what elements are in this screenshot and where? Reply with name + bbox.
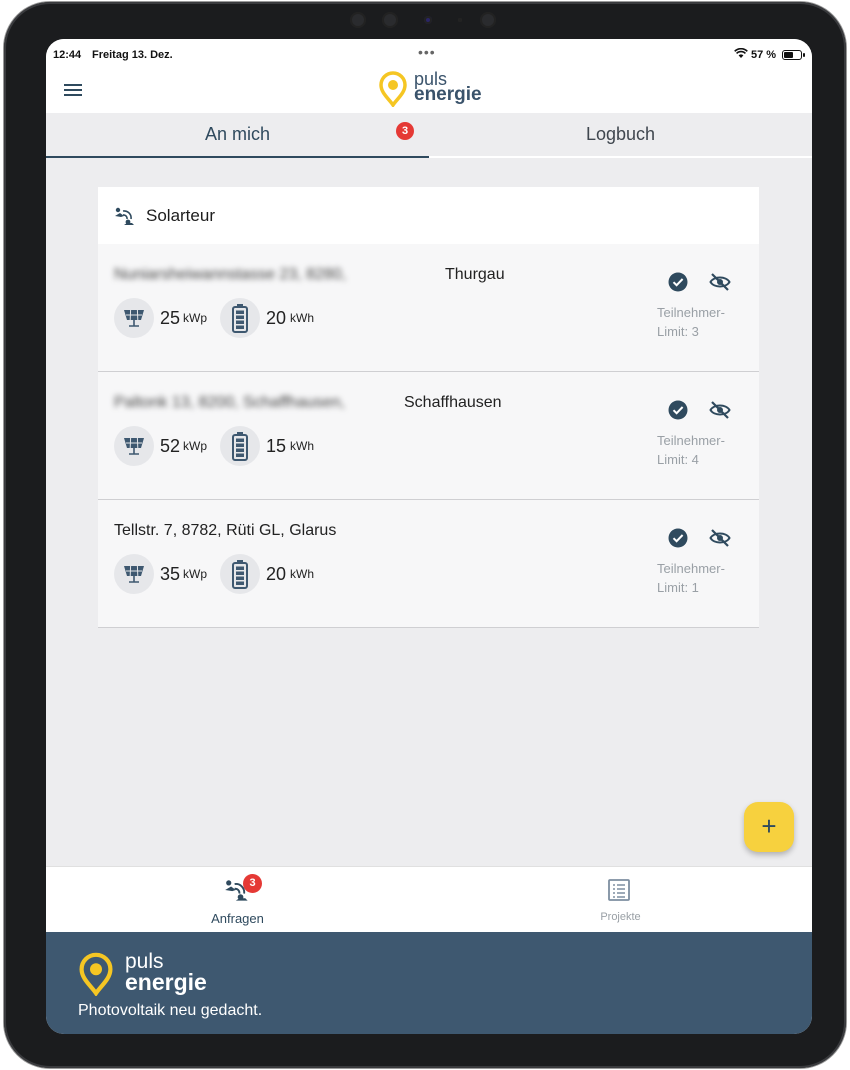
- footer-logo-energie: energie: [125, 969, 207, 995]
- nav-label: Anfragen: [211, 911, 264, 926]
- region: Schaffhausen: [404, 394, 502, 411]
- list-item[interactable]: Paltonk 13, 8200, Schaffhausen, Schaffha…: [98, 372, 759, 500]
- card-header: Solarteur: [98, 187, 759, 244]
- nav-item-projekte[interactable]: Projekte: [429, 867, 812, 933]
- pv-value: 25: [160, 308, 181, 328]
- battery-unit: kWh: [290, 311, 314, 325]
- tab-an-mich[interactable]: An mich: [46, 113, 429, 158]
- app-header: puls energie: [46, 70, 812, 113]
- solar-panel-icon: [114, 298, 154, 338]
- battery-value: 20: [266, 564, 287, 584]
- limit-label: Teilnehmer-: [657, 305, 725, 320]
- pv-value: 35: [160, 564, 181, 584]
- tab-logbuch[interactable]: Logbuch: [429, 113, 812, 158]
- solarteur-card: Solarteur Nuniarsheiwannstasse 23, 8280,…: [98, 187, 759, 628]
- menu-button[interactable]: [64, 81, 84, 101]
- pv-unit: kWp: [183, 311, 207, 325]
- status-date: Freitag 13. Dez.: [92, 49, 173, 61]
- camera-icon: [424, 16, 432, 24]
- limit-label: Teilnehmer-: [657, 433, 725, 448]
- brand-footer: puls energie Photovoltaik neu gedacht.: [46, 932, 812, 1034]
- solar-panel-icon: [114, 426, 154, 466]
- location-pin-logo-icon: [379, 71, 407, 107]
- hamburger-icon: [64, 84, 82, 86]
- limit-value: Limit: 1: [657, 580, 699, 595]
- limit-value: Limit: 3: [657, 324, 699, 339]
- wifi-icon: [734, 48, 748, 58]
- pv-unit: kWp: [183, 439, 207, 453]
- tagline: Photovoltaik neu gedacht.: [78, 1002, 263, 1019]
- sensor-icon: [382, 12, 398, 28]
- pv-unit: kWp: [183, 567, 207, 581]
- solar-panel-icon: [114, 554, 154, 594]
- sensor-icon: [480, 12, 496, 28]
- address: Tellstr. 7, 8782, Rüti GL, Glarus: [114, 522, 337, 539]
- tab-notification-badge: 3: [396, 122, 414, 140]
- participant-limit: Teilnehmer- Limit: 1: [657, 559, 725, 597]
- nav-item-anfragen[interactable]: Anfragen: [46, 867, 429, 933]
- participant-limit: Teilnehmer- Limit: 3: [657, 303, 725, 341]
- battery-storage-icon: [220, 298, 260, 338]
- app-screen: 12:44 Freitag 13. Dez. ••• 57 % puls ene…: [46, 39, 812, 1034]
- location-pin-logo-icon: [79, 952, 113, 996]
- battery-percent: 57 %: [751, 49, 777, 61]
- nav-notification-badge: 3: [243, 874, 262, 893]
- battery-unit: kWh: [290, 439, 314, 453]
- address: Nuniarsheiwannstasse 23, 8280,: [114, 266, 347, 283]
- eye-off-icon[interactable]: [709, 528, 731, 548]
- eye-off-icon[interactable]: [709, 272, 731, 292]
- nav-label: Projekte: [600, 911, 641, 923]
- pv-value: 52: [160, 436, 181, 456]
- logo-text-energie: energie: [414, 84, 482, 105]
- list-item[interactable]: Nuniarsheiwannstasse 23, 8280, Thurgau 2…: [98, 244, 759, 372]
- check-circle-icon[interactable]: [668, 400, 688, 420]
- limit-label: Teilnehmer-: [657, 561, 725, 576]
- card-title: Solarteur: [146, 206, 215, 225]
- limit-value: Limit: 4: [657, 452, 699, 467]
- region: Thurgau: [445, 266, 505, 283]
- add-button[interactable]: +: [744, 802, 794, 852]
- battery-value: 20: [266, 308, 287, 328]
- eye-off-icon[interactable]: [709, 400, 731, 420]
- tab-bar: An mich Logbuch: [46, 113, 812, 158]
- requests-icon: [115, 207, 134, 225]
- participant-limit: Teilnehmer- Limit: 4: [657, 431, 725, 469]
- tablet-frame: 12:44 Freitag 13. Dez. ••• 57 % puls ene…: [4, 2, 846, 1068]
- battery-unit: kWh: [290, 567, 314, 581]
- list-item[interactable]: Tellstr. 7, 8782, Rüti GL, Glarus 35 kWp…: [98, 500, 759, 628]
- bottom-navigation: Anfragen Projekte: [46, 866, 812, 932]
- sensor-icon: [458, 18, 462, 22]
- status-time: 12:44: [53, 49, 82, 61]
- status-bar: 12:44 Freitag 13. Dez. ••• 57 %: [46, 39, 812, 71]
- address: Paltonk 13, 8200, Schaffhausen,: [114, 394, 345, 411]
- battery-storage-icon: [220, 554, 260, 594]
- projects-icon: [608, 879, 630, 901]
- sensor-icon: [350, 12, 366, 28]
- battery-storage-icon: [220, 426, 260, 466]
- battery-value: 15: [266, 436, 287, 456]
- multitask-dots[interactable]: •••: [418, 44, 436, 60]
- check-circle-icon[interactable]: [668, 272, 688, 292]
- battery-icon: [782, 50, 805, 60]
- check-circle-icon[interactable]: [668, 528, 688, 548]
